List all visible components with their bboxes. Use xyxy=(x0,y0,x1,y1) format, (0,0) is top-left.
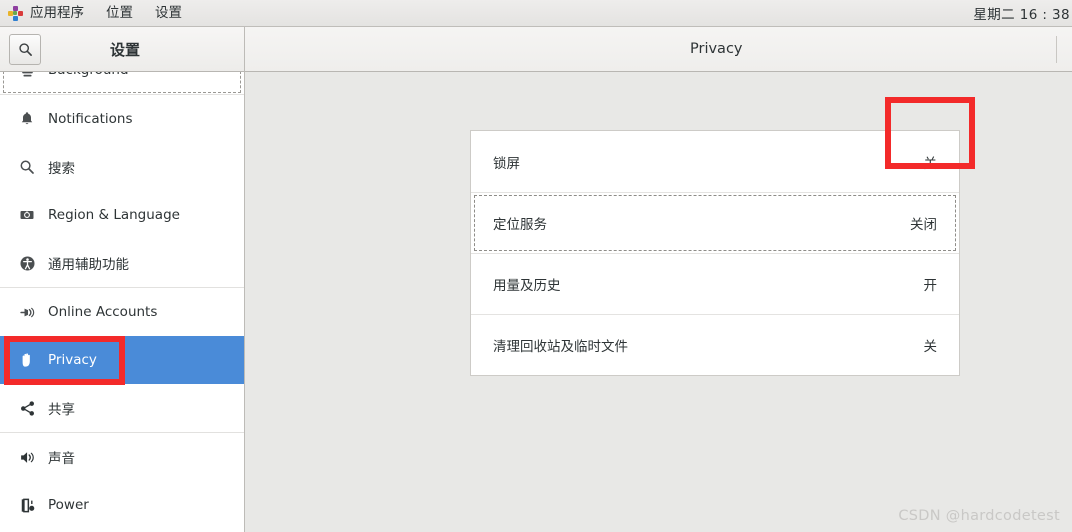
applications-menu[interactable]: 应用程序 xyxy=(0,0,95,27)
row-label: 清理回收站及临时文件 xyxy=(493,339,628,355)
sidebar-item-label: Power xyxy=(48,497,89,513)
row-label: 用量及历史 xyxy=(493,278,561,294)
sidebar-item-power[interactable]: Power xyxy=(0,481,244,529)
bell-icon xyxy=(16,108,38,130)
search-button[interactable] xyxy=(9,34,41,65)
privacy-row-location-services[interactable]: 定位服务 关闭 xyxy=(471,192,959,253)
top-panel: 应用程序 位置 设置 星期二 16 : 38 xyxy=(0,0,1072,27)
share-icon xyxy=(16,397,38,419)
sidebar-item-sharing[interactable]: 共享 xyxy=(0,384,244,432)
sidebar-item-label: 通用辅助功能 xyxy=(48,257,129,273)
headerbar: 设置 Privacy xyxy=(0,27,1072,72)
settings-sidebar[interactable]: Background Notifications 搜索 xyxy=(0,72,245,532)
speaker-icon xyxy=(16,446,38,468)
pinwheel-icon xyxy=(8,5,23,21)
hand-icon xyxy=(16,349,38,371)
row-value: 关闭 xyxy=(910,217,937,233)
sidebar-item-background[interactable]: Background xyxy=(0,72,244,94)
privacy-settings-list: 锁屏 关 定位服务 关闭 用量及历史 开 清理回收站及临时文件 关 xyxy=(470,130,960,376)
search-icon xyxy=(16,156,38,178)
settings-window: 设置 Privacy Background xyxy=(0,27,1072,532)
panel-clock[interactable]: 星期二 16 : 38 xyxy=(973,3,1072,23)
places-menu-label: 位置 xyxy=(106,4,133,21)
system-menu-label: 设置 xyxy=(155,4,182,21)
sidebar-item-region-language[interactable]: Region & Language xyxy=(0,191,244,239)
watermark: CSDN @hardcodetest xyxy=(898,508,1060,524)
headerbar-left: 设置 xyxy=(0,27,245,72)
row-value: 关 xyxy=(923,339,938,355)
power-plug-icon xyxy=(16,494,38,516)
background-icon xyxy=(16,72,38,81)
row-label: 定位服务 xyxy=(493,217,547,233)
privacy-row-lock-screen[interactable]: 锁屏 关 xyxy=(471,131,959,192)
search-icon xyxy=(18,43,32,56)
sidebar-item-label: 声音 xyxy=(48,451,75,467)
sidebar-item-label: Online Accounts xyxy=(48,304,158,320)
sidebar-item-online-accounts[interactable]: Online Accounts xyxy=(0,288,244,336)
privacy-content-area: 锁屏 关 定位服务 关闭 用量及历史 开 清理回收站及临时文件 关 CSDN @… xyxy=(246,72,1072,532)
flag-icon xyxy=(16,204,38,226)
sidebar-item-sound[interactable]: 声音 xyxy=(0,433,244,481)
sidebar-item-label: Background xyxy=(48,72,129,78)
applications-menu-label: 应用程序 xyxy=(30,4,84,21)
sidebar-item-label: 搜索 xyxy=(48,161,75,177)
sidebar-item-label: Notifications xyxy=(48,111,133,127)
headerbar-right: Privacy xyxy=(245,27,1072,72)
online-accounts-icon xyxy=(16,301,38,323)
row-value: 开 xyxy=(923,278,938,294)
header-divider xyxy=(1056,36,1057,63)
row-label: 锁屏 xyxy=(493,155,520,172)
sidebar-item-label: 共享 xyxy=(48,402,75,418)
sidebar-item-privacy[interactable]: Privacy xyxy=(0,336,244,384)
sidebar-item-label: Region & Language xyxy=(48,207,180,223)
row-value: 关 xyxy=(923,155,938,172)
privacy-row-usage-history[interactable]: 用量及历史 开 xyxy=(471,253,959,314)
sidebar-item-label: Privacy xyxy=(48,352,97,368)
sidebar-item-search[interactable]: 搜索 xyxy=(0,143,244,191)
accessibility-icon xyxy=(16,252,38,274)
page-title: Privacy xyxy=(690,41,743,57)
privacy-row-trash-temp-files[interactable]: 清理回收站及临时文件 关 xyxy=(471,314,959,375)
sidebar-item-notifications[interactable]: Notifications xyxy=(0,95,244,143)
system-menu[interactable]: 设置 xyxy=(144,0,193,27)
places-menu[interactable]: 位置 xyxy=(95,0,144,27)
sidebar-item-universal-access[interactable]: 通用辅助功能 xyxy=(0,239,244,287)
